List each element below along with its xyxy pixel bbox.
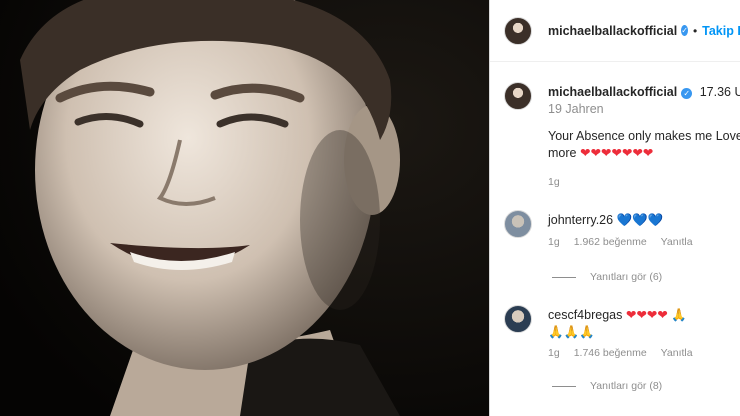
replies-dash <box>552 385 576 387</box>
post-author-name[interactable]: michaelballackofficial <box>548 24 677 38</box>
comment-age: 1g <box>548 347 560 359</box>
reply-button[interactable]: Yanıtla <box>661 347 693 359</box>
caption-line-2: Your Absence only makes me Love you <box>548 129 740 143</box>
verified-badge-icon: ✓ <box>681 25 688 36</box>
reply-button[interactable]: Yanıtla <box>661 236 693 248</box>
caption: michaelballackofficial ✓ 17.36 Uhr 19 Jah… <box>504 82 740 192</box>
caption-line-3: more <box>548 146 577 160</box>
follow-button[interactable]: Takip Et <box>702 24 740 38</box>
comment-text: 💙💙💙 <box>616 213 664 227</box>
view-replies-label: Yanıtları gör (8) <box>590 380 663 392</box>
view-replies-button[interactable]: Yanıtları gör (6) <box>552 271 662 283</box>
comment-author-name[interactable]: cescf4bregas <box>548 308 622 322</box>
view-replies-label: Yanıtları gör (6) <box>590 271 663 283</box>
verified-badge-icon: ✓ <box>681 88 693 99</box>
comment-likes[interactable]: 1.746 beğenme <box>574 347 647 359</box>
caption-age: 1g <box>548 176 560 188</box>
comment-author-name[interactable]: johnterry.26 <box>548 213 613 227</box>
comment-avatar[interactable] <box>504 210 532 238</box>
view-replies-button[interactable]: Yanıtları gör (8) <box>552 380 662 392</box>
avatar[interactable] <box>504 16 532 45</box>
replies-dash <box>552 276 576 278</box>
comment: johnterry.26 💙💙💙 1g 1.962 beğenme Yanıtl… <box>504 210 740 270</box>
comment-text: ❤❤❤❤ 🙏 <box>625 308 687 322</box>
caption-line-1: 19 Jahren <box>548 102 604 116</box>
caption-author-name[interactable]: michaelballackofficial <box>548 85 677 99</box>
comment-age: 1g <box>548 236 560 248</box>
separator-dot: • <box>692 23 698 38</box>
comment-text-line-2: 🙏🙏🙏 <box>548 325 595 339</box>
post-photo[interactable] <box>0 0 489 416</box>
comment: cescf4bregas ❤❤❤❤ 🙏 🙏🙏🙏 1g 1.746 beğenme… <box>504 305 740 380</box>
caption-hearts: ❤❤❤❤❤❤❤ <box>579 146 654 160</box>
comment-avatar[interactable] <box>504 305 532 333</box>
caption-time: 17.36 Uhr <box>699 85 740 99</box>
post-side-panel: michaelballackofficial ✓ • Takip Et mich… <box>490 0 740 416</box>
post-header: michaelballackofficial ✓ • Takip Et <box>490 0 740 62</box>
caption-avatar[interactable] <box>504 82 532 110</box>
portrait-image <box>0 0 489 416</box>
comment-likes[interactable]: 1.962 beğenme <box>574 236 647 248</box>
